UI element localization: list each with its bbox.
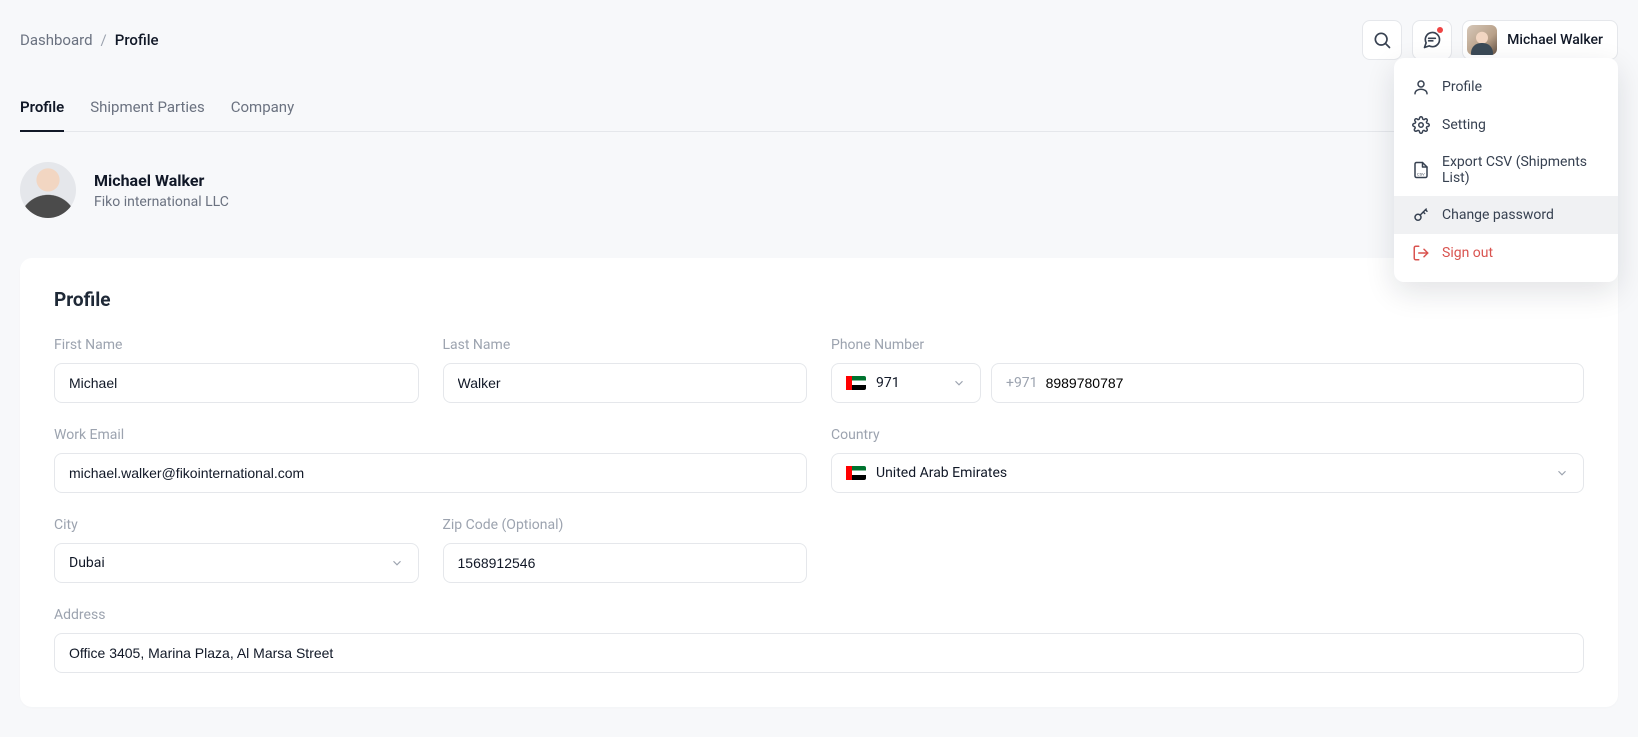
chevron-down-icon [390,556,404,570]
address-input[interactable] [54,633,1584,673]
menu-item-setting[interactable]: Setting [1394,106,1618,144]
breadcrumb-current: Profile [115,31,159,49]
svg-text:CSV: CSV [1417,172,1425,176]
label-first-name: First Name [54,337,419,353]
phone-code-select[interactable]: 971 [831,363,981,403]
label-country: Country [831,427,1584,443]
sign-out-icon [1412,244,1430,262]
notification-dot [1437,27,1443,33]
last-name-input[interactable] [443,363,808,403]
menu-item-profile[interactable]: Profile [1394,68,1618,106]
label-address: Address [54,607,1584,623]
profile-user-name: Michael Walker [94,171,229,190]
menu-item-label: Change password [1442,207,1554,223]
menu-item-label: Profile [1442,79,1482,95]
city-value: Dubai [69,555,105,571]
file-csv-icon: CSV [1412,161,1430,179]
work-email-input[interactable] [54,453,807,493]
flag-icon [846,376,866,390]
search-button[interactable] [1362,20,1402,60]
key-icon [1412,206,1430,224]
user-dropdown-menu: Profile Setting CSV Export CSV (Shipment… [1394,58,1618,282]
user-menu-trigger[interactable]: Michael Walker [1462,20,1618,60]
chevron-down-icon [1555,466,1569,480]
first-name-input[interactable] [54,363,419,403]
tab-company[interactable]: Company [231,88,294,132]
menu-item-label: Export CSV (Shipments List) [1442,154,1600,186]
avatar [1467,25,1497,55]
menu-item-label: Setting [1442,117,1486,133]
label-work-email: Work Email [54,427,807,443]
flag-icon [846,466,866,480]
phone-code-value: 971 [876,375,900,391]
breadcrumb-dashboard[interactable]: Dashboard [20,31,93,49]
messages-button[interactable] [1412,20,1452,60]
profile-card: Profile First Name Last Name Phone Numbe… [20,258,1618,707]
topbar-user-name: Michael Walker [1507,32,1603,48]
chat-icon [1422,30,1442,50]
breadcrumb-separator: / [101,31,107,49]
label-zip: Zip Code (Optional) [443,517,808,533]
profile-company-name: Fiko international LLC [94,194,229,210]
menu-item-sign-out[interactable]: Sign out [1394,234,1618,272]
tab-shipment-parties[interactable]: Shipment Parties [90,88,205,132]
label-city: City [54,517,419,533]
menu-item-label: Sign out [1442,245,1493,261]
phone-number-input[interactable] [1046,375,1569,391]
label-last-name: Last Name [443,337,808,353]
gear-icon [1412,116,1430,134]
tabs: Profile Shipment Parties Company [20,88,1618,132]
breadcrumb: Dashboard / Profile [20,31,159,49]
country-value: United Arab Emirates [876,465,1007,481]
user-icon [1412,78,1430,96]
profile-avatar [20,162,76,218]
city-select[interactable]: Dubai [54,543,419,583]
tab-profile[interactable]: Profile [20,88,64,132]
card-title: Profile [54,288,1584,311]
country-select[interactable]: United Arab Emirates [831,453,1584,493]
phone-number-wrapper: +971 [991,363,1584,403]
menu-item-change-password[interactable]: Change password [1394,196,1618,234]
search-icon [1372,30,1392,50]
menu-item-export-csv[interactable]: CSV Export CSV (Shipments List) [1394,144,1618,196]
phone-prefix: +971 [1006,375,1038,391]
label-phone: Phone Number [831,337,1584,353]
zip-input[interactable] [443,543,808,583]
chevron-down-icon [952,376,966,390]
